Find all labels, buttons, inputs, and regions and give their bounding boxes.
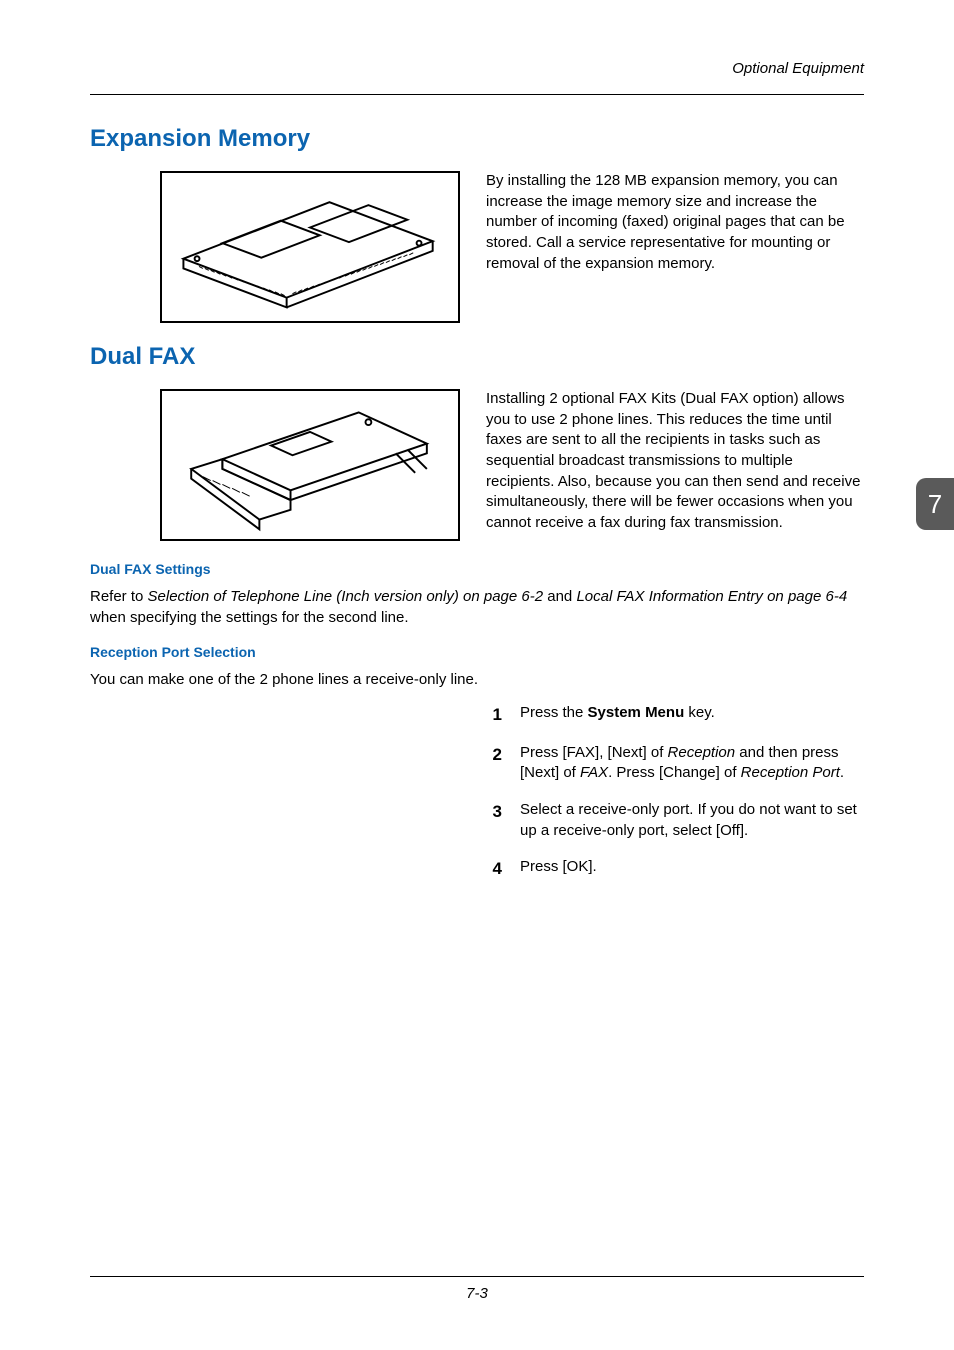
reception-port-intro: You can make one of the 2 phone lines a … bbox=[90, 670, 864, 691]
heading-reception-port: Reception Port Selection bbox=[90, 644, 864, 660]
step-body: Press [FAX], [Next] of Reception and the… bbox=[520, 743, 864, 784]
step-number: 2 bbox=[484, 743, 502, 784]
step-body: Press the System Menu key. bbox=[520, 703, 864, 726]
chapter-tab: 7 bbox=[916, 478, 954, 530]
key-name: System Menu bbox=[588, 704, 685, 721]
ref-link-2: Local FAX Information Entry on page 6-4 bbox=[576, 588, 847, 605]
heading-dual-fax: Dual FAX bbox=[90, 343, 864, 371]
text: Press [FAX], [Next] of bbox=[520, 744, 668, 761]
text: . bbox=[840, 764, 844, 781]
page-number: 7-3 bbox=[90, 1285, 864, 1302]
step-4: 4 Press [OK]. bbox=[484, 857, 864, 880]
step-2: 2 Press [FAX], [Next] of Reception and t… bbox=[484, 743, 864, 784]
ui-term: Reception bbox=[668, 744, 736, 761]
fax-kit-icon bbox=[162, 391, 458, 539]
text: when specifying the settings for the sec… bbox=[90, 609, 409, 626]
footer: 7-3 bbox=[90, 1276, 864, 1302]
step-body: Press [OK]. bbox=[520, 857, 864, 880]
header-section: Optional Equipment bbox=[732, 60, 864, 77]
ui-term: Reception Port bbox=[741, 764, 840, 781]
ref-link-1: Selection of Telephone Line (Inch versio… bbox=[148, 588, 544, 605]
step-1: 1 Press the System Menu key. bbox=[484, 703, 864, 726]
text: key. bbox=[684, 704, 715, 721]
heading-expansion-memory: Expansion Memory bbox=[90, 125, 864, 153]
step-3: 3 Select a receive-only port. If you do … bbox=[484, 800, 864, 841]
text: Refer to bbox=[90, 588, 148, 605]
figure-dual-fax bbox=[160, 389, 460, 541]
header-rule bbox=[90, 94, 864, 95]
dual-fax-settings-body: Refer to Selection of Telephone Line (In… bbox=[90, 587, 864, 628]
text: and bbox=[543, 588, 576, 605]
step-number: 3 bbox=[484, 800, 502, 841]
step-number: 4 bbox=[484, 857, 502, 880]
step-body: Select a receive-only port. If you do no… bbox=[520, 800, 864, 841]
steps-list: 1 Press the System Menu key. 2 Press [FA… bbox=[484, 703, 864, 881]
memory-module-icon bbox=[162, 173, 458, 321]
dual-fax-body: Installing 2 optional FAX Kits (Dual FAX… bbox=[486, 389, 864, 534]
figure-expansion-memory bbox=[160, 171, 460, 323]
text: . Press [Change] of bbox=[608, 764, 741, 781]
text: Press the bbox=[520, 704, 588, 721]
step-number: 1 bbox=[484, 703, 502, 726]
expansion-memory-body: By installing the 128 MB expansion memor… bbox=[486, 171, 864, 274]
heading-dual-fax-settings: Dual FAX Settings bbox=[90, 561, 864, 577]
footer-rule bbox=[90, 1276, 864, 1277]
ui-term: FAX bbox=[580, 764, 608, 781]
